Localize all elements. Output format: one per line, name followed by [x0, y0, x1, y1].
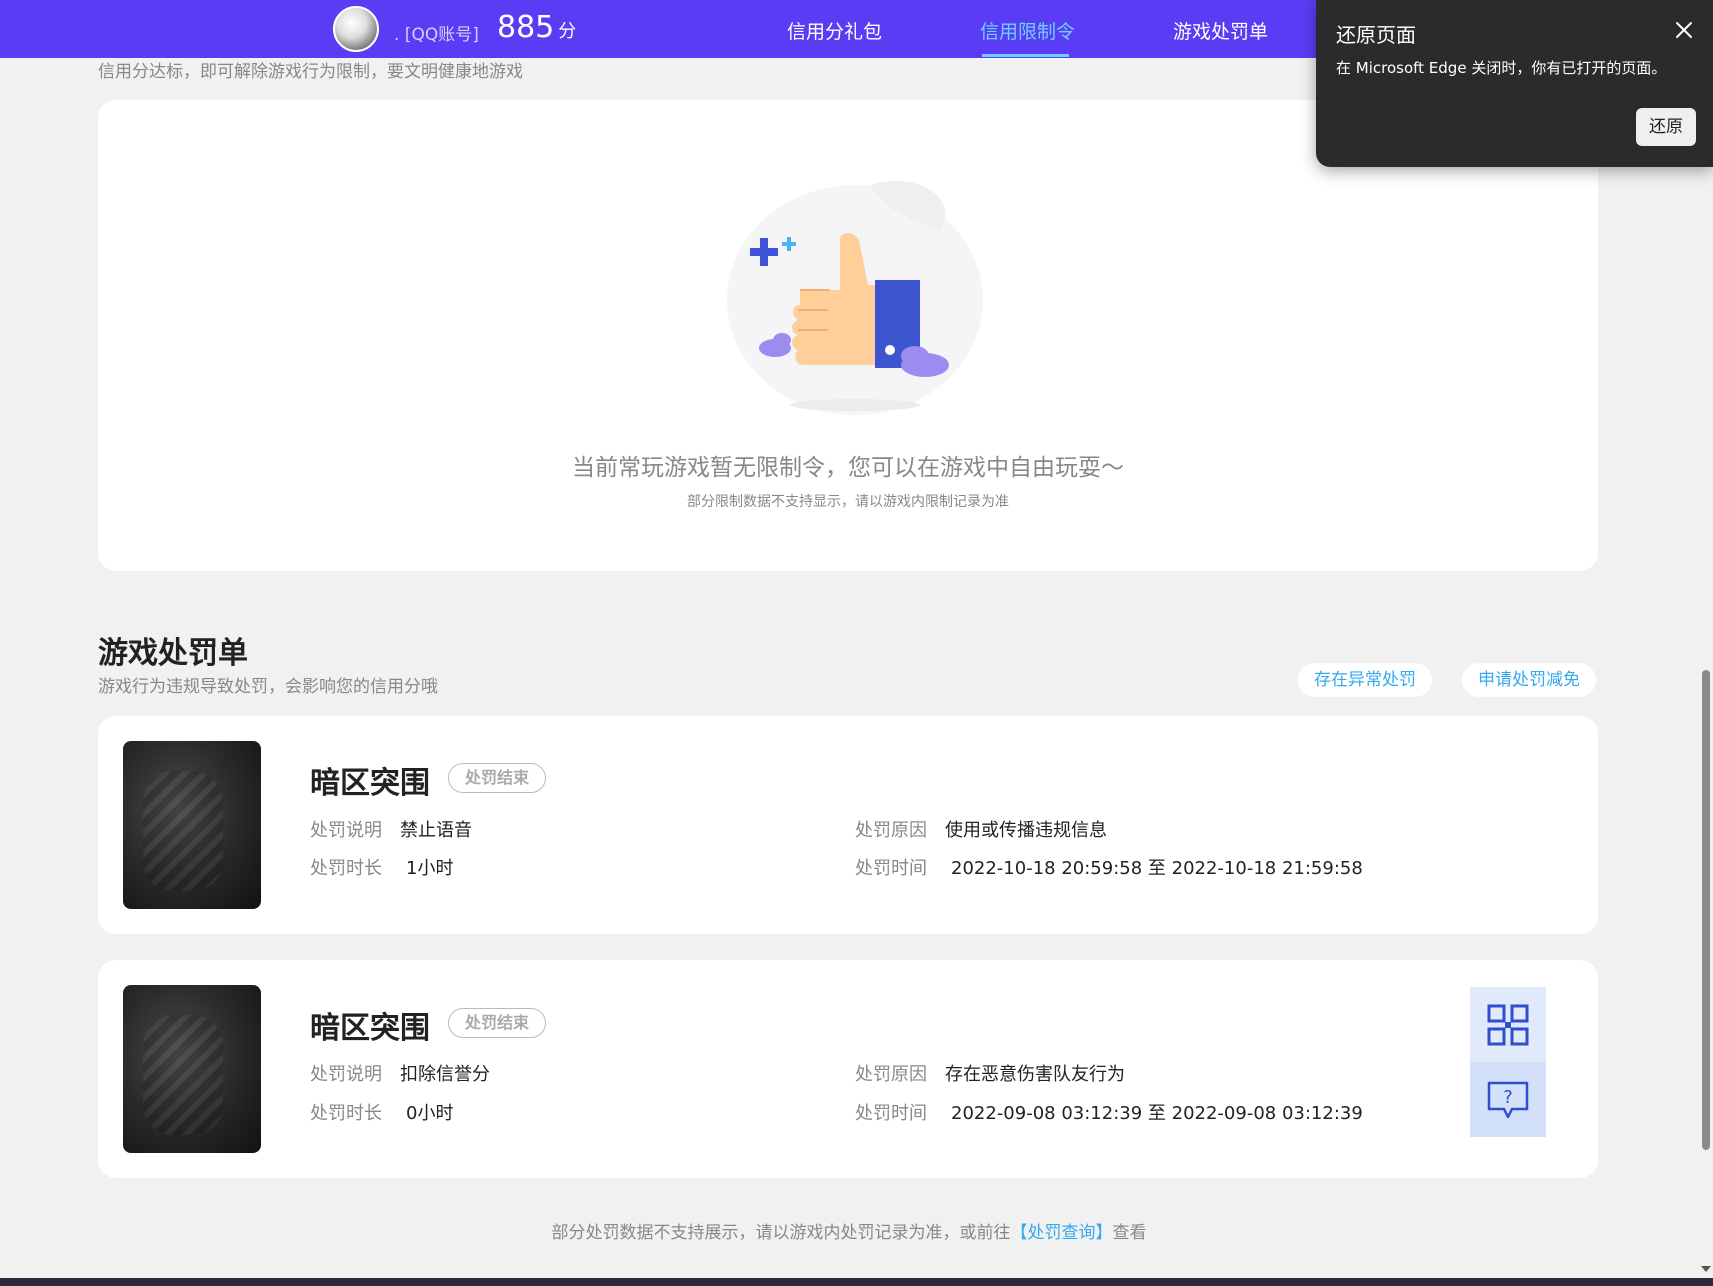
restore-button[interactable]: 还原: [1636, 108, 1696, 146]
reason-value: 存在恶意伤害队友行为: [945, 1064, 1125, 1085]
thumbs-up-illustration: [727, 181, 983, 415]
duration-label: 处罚时长: [310, 858, 382, 879]
svg-text:?: ?: [1503, 1087, 1513, 1108]
help-bubble-icon: ?: [1487, 1081, 1529, 1118]
penalty-footer-note: 部分处罚数据不支持展示，请以游戏内处罚记录为准，或前往【处罚查询】查看: [0, 1218, 1698, 1243]
empty-restriction-message: 当前常玩游戏暂无限制令，您可以在游戏中自由玩耍～: [572, 455, 1124, 481]
help-feedback-button[interactable]: ?: [1470, 1062, 1546, 1137]
duration-value: 0小时: [406, 1103, 454, 1124]
bottom-edge-bar: [0, 1278, 1713, 1286]
game-thumbnail: [123, 741, 261, 909]
time-label: 处罚时间: [855, 1103, 927, 1124]
penalty-card: 暗区突围 处罚结束 处罚说明 禁止语音 处罚时长 1小时 处罚原因 使用或传播违…: [98, 716, 1598, 934]
penalty-section-title: 游戏处罚单: [98, 636, 248, 671]
game-name: 暗区突围: [310, 1011, 430, 1046]
scroll-down-arrow-icon[interactable]: [1701, 1266, 1711, 1272]
restore-pages-popup: 还原页面 在 Microsoft Edge 关闭时，你有已打开的页面。 还原: [1316, 0, 1713, 167]
status-badge: 处罚结束: [448, 763, 547, 793]
time-value: 2022-09-08 03:12:39 至 2022-09-08 03:12:3…: [951, 1103, 1363, 1124]
account-label: . [QQ账号]: [394, 25, 479, 45]
avatar[interactable]: [333, 6, 379, 52]
apply-reduction-button[interactable]: 申请处罚减免: [1462, 663, 1596, 697]
close-icon[interactable]: [1672, 18, 1696, 42]
time-label: 处罚时间: [855, 858, 927, 879]
credit-score-value: 885: [497, 10, 555, 45]
desc-value: 禁止语音: [400, 820, 472, 841]
nav-tab-credit-restriction[interactable]: 信用限制令: [980, 17, 1075, 44]
penalty-section-subtitle: 游戏行为违规导致处罚，会影响您的信用分哦: [98, 677, 438, 697]
side-toolbar: ?: [1470, 987, 1546, 1137]
duration-value: 1小时: [406, 858, 454, 879]
status-badge: 处罚结束: [448, 1008, 547, 1038]
qr-code-button[interactable]: [1470, 987, 1546, 1062]
desc-label: 处罚说明: [310, 820, 382, 841]
footer-prefix: 部分处罚数据不支持展示，请以游戏内处罚记录为准，或前往: [551, 1223, 1011, 1243]
page-scrollbar[interactable]: [1698, 0, 1713, 1286]
active-tab-indicator: [982, 54, 1069, 57]
scroll-thumb[interactable]: [1702, 670, 1710, 1150]
popup-message: 在 Microsoft Edge 关闭时，你有已打开的页面。: [1336, 59, 1667, 77]
reason-value: 使用或传播违规信息: [945, 820, 1107, 841]
penalty-card: 暗区突围 处罚结束 处罚说明 扣除信誉分 处罚时长 0小时 处罚原因 存在恶意伤…: [98, 960, 1598, 1178]
reason-label: 处罚原因: [855, 820, 927, 841]
duration-label: 处罚时长: [310, 1103, 382, 1124]
penalty-query-link[interactable]: 【处罚查询】: [1011, 1223, 1113, 1243]
empty-restriction-note: 部分限制数据不支持显示，请以游戏内限制记录为准: [687, 494, 1009, 510]
popup-title: 还原页面: [1336, 23, 1416, 47]
qr-code-icon: [1487, 1004, 1529, 1045]
reason-label: 处罚原因: [855, 1064, 927, 1085]
time-value: 2022-10-18 20:59:58 至 2022-10-18 21:59:5…: [951, 858, 1363, 879]
desc-label: 处罚说明: [310, 1064, 382, 1085]
nav-tab-credit-gift[interactable]: 信用分礼包: [787, 17, 882, 44]
restriction-subtitle: 信用分达标，即可解除游戏行为限制，要文明健康地游戏: [98, 62, 523, 82]
footer-suffix: 查看: [1112, 1223, 1147, 1243]
game-thumbnail: [123, 985, 261, 1153]
game-name: 暗区突围: [310, 766, 430, 801]
nav-tab-game-penalty[interactable]: 游戏处罚单: [1173, 17, 1268, 44]
credit-score-unit: 分: [558, 21, 577, 42]
desc-value: 扣除信誉分: [400, 1064, 490, 1085]
credit-score: 885 分: [497, 10, 576, 45]
abnormal-penalty-button[interactable]: 存在异常处罚: [1298, 663, 1432, 697]
